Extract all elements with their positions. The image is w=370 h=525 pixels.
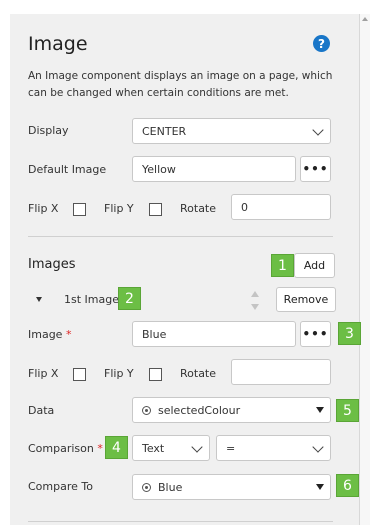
panel-title: Image (28, 33, 88, 55)
collapse-arrow-icon[interactable] (36, 297, 42, 302)
scrollbar[interactable] (360, 14, 370, 525)
scroll-up-arrow-icon[interactable] (360, 14, 370, 24)
item-flip-y-checkbox[interactable] (149, 368, 162, 381)
add-image-button[interactable]: Add (294, 253, 335, 278)
comparison-label-text: Comparison (28, 442, 94, 455)
item-flip-x-checkbox[interactable] (73, 368, 86, 381)
image-value: Blue (142, 327, 167, 341)
ellipsis-icon: ••• (302, 327, 329, 341)
display-select[interactable]: CENTER (132, 118, 331, 144)
divider (28, 236, 333, 237)
image-field[interactable]: Blue (132, 321, 296, 347)
rotate-label: Rotate (180, 202, 217, 215)
item-rotate-label: Rotate (180, 367, 217, 380)
data-label: Data (28, 404, 55, 417)
compare-to-select[interactable]: Blue (132, 474, 331, 500)
callout-badge-4: 4 (105, 436, 128, 459)
flip-y-label: Flip Y (104, 202, 134, 215)
display-select-value: CENTER (142, 124, 187, 138)
flip-x-checkbox[interactable] (73, 203, 86, 216)
rotate-input[interactable]: 0 (231, 194, 331, 220)
images-heading: Images (28, 257, 76, 272)
callout-badge-1: 1 (271, 254, 294, 277)
flip-y-checkbox[interactable] (149, 203, 162, 216)
value-icon (142, 482, 151, 492)
required-marker: * (65, 328, 72, 341)
image-label-text: Image (28, 328, 63, 341)
chevron-down-icon (191, 441, 203, 453)
variable-icon (142, 405, 151, 415)
default-image-label: Default Image (28, 163, 107, 176)
divider (28, 521, 333, 522)
image-item-title: 1st Image (64, 293, 119, 306)
callout-badge-6: 6 (336, 474, 359, 497)
caret-down-icon (316, 407, 324, 413)
comparison-type-select[interactable]: Text (132, 435, 210, 461)
default-image-browse-button[interactable]: ••• (300, 156, 331, 182)
compare-to-value: Blue (158, 480, 183, 494)
required-marker: * (97, 442, 103, 455)
caret-down-icon (316, 484, 324, 490)
default-image-value: Yellow (142, 162, 176, 176)
callout-badge-2: 2 (118, 287, 141, 310)
component-description: An Image component displays an image on … (28, 70, 333, 99)
flip-x-label: Flip X (28, 202, 59, 215)
comparison-type-value: Text (142, 441, 165, 455)
callout-badge-5: 5 (336, 399, 359, 422)
default-image-field[interactable]: Yellow (132, 156, 296, 182)
comparison-operator-select[interactable]: = (216, 435, 331, 461)
chevron-down-icon (312, 124, 324, 136)
rotate-value: 0 (241, 200, 248, 214)
image-label: Image * (28, 328, 71, 341)
comparison-label: Comparison * (28, 442, 103, 455)
help-icon[interactable]: ? (313, 35, 330, 52)
compare-to-label: Compare To (28, 480, 93, 493)
callout-badge-3: 3 (338, 322, 361, 345)
image-browse-button[interactable]: ••• (300, 321, 331, 347)
item-rotate-input[interactable] (231, 359, 331, 385)
comparison-operator-value: = (226, 441, 236, 455)
data-select[interactable]: selectedColour (132, 397, 331, 423)
chevron-down-icon (312, 441, 324, 453)
sort-handle-icon[interactable] (250, 291, 260, 310)
item-flip-x-label: Flip X (28, 367, 59, 380)
remove-image-button[interactable]: Remove (276, 287, 336, 312)
ellipsis-icon: ••• (302, 162, 329, 176)
data-select-value: selectedColour (158, 403, 241, 417)
item-flip-y-label: Flip Y (104, 367, 134, 380)
display-label: Display (28, 124, 69, 137)
